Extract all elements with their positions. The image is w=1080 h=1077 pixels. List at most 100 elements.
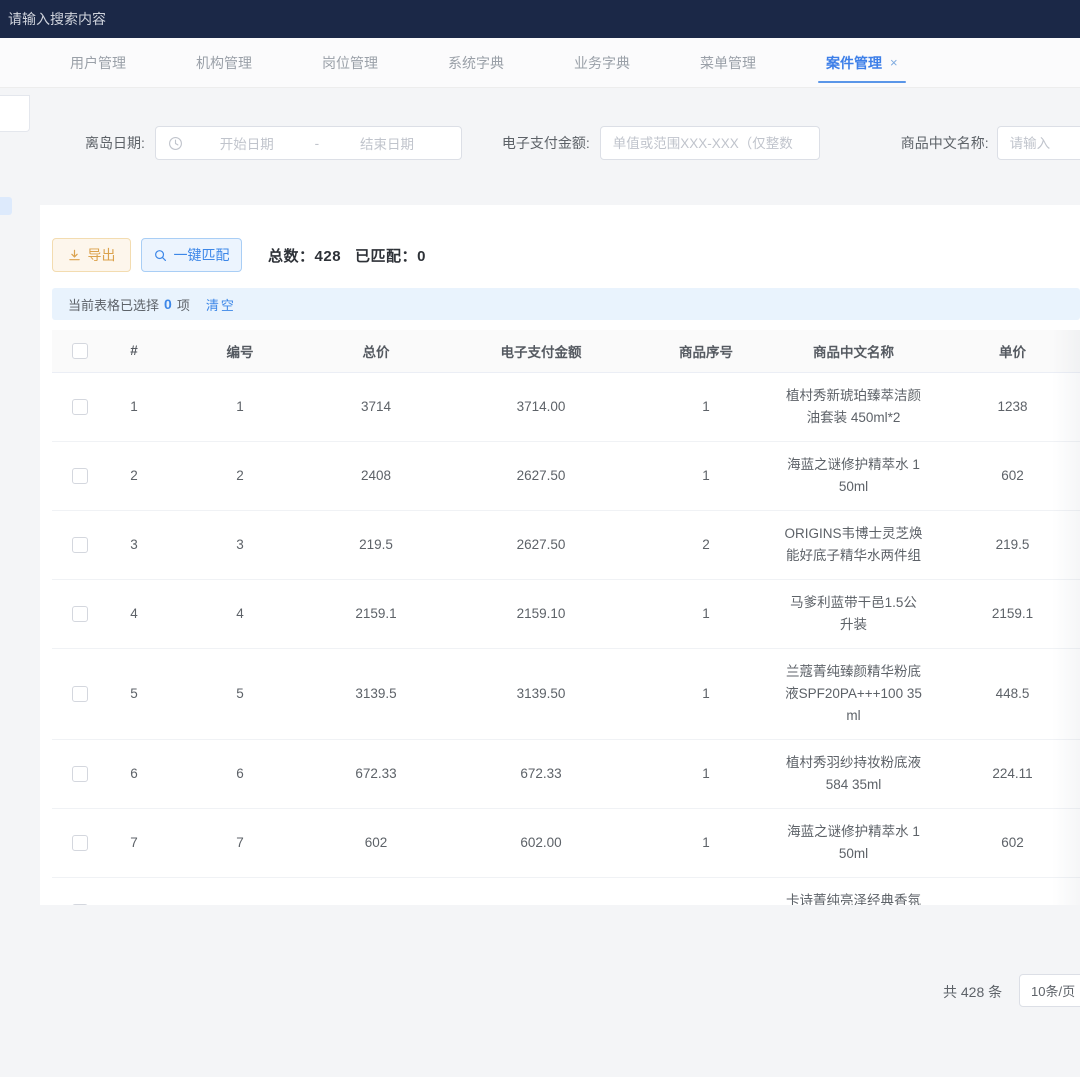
cell-code: 1 (160, 372, 320, 441)
tab-item-5[interactable]: 菜单管理 (686, 38, 770, 87)
cell-name: 海蓝之谜修护精萃水 1 50ml (762, 441, 945, 510)
start-date-placeholder[interactable]: 开始日期 (185, 133, 309, 153)
table-row: 33219.52627.502ORIGINS韦博士灵芝焕 能好底子精华水两件组2… (52, 510, 1080, 579)
cell-name: ORIGINS韦博士灵芝焕 能好底子精华水两件组 (762, 510, 945, 579)
cell-epay: 672.33 (432, 739, 650, 808)
cell-index: 6 (108, 739, 160, 808)
row-checkbox[interactable] (72, 904, 88, 906)
results-table: #编号总价电子支付金额商品序号商品中文名称单价 1137143714.001植村… (52, 330, 1080, 905)
cell-code: 6 (160, 739, 320, 808)
column-header: 商品中文名称 (762, 330, 945, 372)
table-row: 881232.471232.471卡诗菁纯亮泽经典香氛 护发精油 100ml41… (52, 877, 1080, 905)
tab-item-3[interactable]: 系统字典 (434, 38, 518, 87)
cell-seq: 1 (650, 372, 762, 441)
select-all-checkbox[interactable] (72, 343, 88, 359)
cell-name: 兰蔻菁纯臻颜精华粉底 液SPF20PA+++100 35 ml (762, 648, 945, 739)
global-search-input[interactable]: 请输入搜索内容 (0, 0, 1080, 29)
page-size-select[interactable]: 10条/页 (1019, 974, 1080, 1007)
row-checkbox[interactable] (72, 606, 88, 622)
cell-unit: 602 (945, 441, 1080, 510)
row-checkbox[interactable] (72, 399, 88, 415)
tab-item-0[interactable]: 用户管理 (56, 38, 140, 87)
tab-label: 用户管理 (70, 53, 126, 73)
cell-code: 5 (160, 648, 320, 739)
matched-label: 已匹配： (355, 248, 417, 265)
stats-text: 总数：428已匹配：0 (268, 245, 426, 266)
tab-item-2[interactable]: 岗位管理 (308, 38, 392, 87)
tab-item-1[interactable]: 机构管理 (182, 38, 266, 87)
cell-seq: 1 (650, 579, 762, 648)
search-icon (154, 249, 167, 262)
cell-index: 1 (108, 372, 160, 441)
end-date-placeholder[interactable]: 结束日期 (325, 133, 449, 153)
cell-unit: 1238 (945, 372, 1080, 441)
page-size-value: 10条/页 (1031, 981, 1075, 1000)
tab-bar: 用户管理 机构管理 岗位管理 系统字典 业务字典 菜单管理 案件管理 × (0, 38, 1080, 88)
payment-amount-input[interactable] (600, 126, 820, 160)
column-header: 总价 (320, 330, 432, 372)
column-header: 商品序号 (650, 330, 762, 372)
table-row: 442159.12159.101马爹利蓝带干邑1.5公 升装2159.1 (52, 579, 1080, 648)
cell-index: 2 (108, 441, 160, 510)
match-button-label: 一键匹配 (174, 245, 230, 265)
clock-icon (168, 136, 183, 151)
cell-total: 2159.1 (320, 579, 432, 648)
download-icon (68, 249, 81, 262)
tab-label: 系统字典 (448, 53, 504, 73)
column-header: # (108, 330, 160, 372)
selection-suffix: 项 (177, 295, 190, 314)
export-button-label: 导出 (88, 245, 116, 265)
cell-name: 植村秀羽纱持妆粉底液 584 35ml (762, 739, 945, 808)
cell-epay: 3714.00 (432, 372, 650, 441)
column-header: 电子支付金额 (432, 330, 650, 372)
matched-value: 0 (417, 248, 426, 265)
date-range-picker[interactable]: 开始日期 - 结束日期 (155, 126, 462, 160)
toolbar: 导出 一键匹配 总数：428已匹配：0 (52, 238, 1080, 272)
product-name-input[interactable] (997, 126, 1080, 160)
selection-count: 0 (159, 296, 177, 312)
cell-epay: 602.00 (432, 808, 650, 877)
selection-prefix: 当前表格已选择 (68, 295, 159, 314)
cell-unit: 410.82 (945, 877, 1080, 905)
column-header: 单价 (945, 330, 1080, 372)
export-button[interactable]: 导出 (52, 238, 131, 272)
top-navbar: 请输入搜索内容 (0, 0, 1080, 38)
row-checkbox[interactable] (72, 686, 88, 702)
cell-seq: 1 (650, 877, 762, 905)
left-edge-fragment (0, 197, 12, 215)
row-checkbox[interactable] (72, 468, 88, 484)
tab-close-icon[interactable]: × (890, 55, 898, 70)
tab-label: 案件管理 (826, 53, 882, 73)
tab-label: 菜单管理 (700, 53, 756, 73)
cell-epay: 1232.47 (432, 877, 650, 905)
cell-seq: 2 (650, 510, 762, 579)
row-checkbox[interactable] (72, 835, 88, 851)
cell-name: 卡诗菁纯亮泽经典香氛 护发精油 100ml (762, 877, 945, 905)
clear-selection-link[interactable]: 清空 (206, 295, 236, 314)
tab-label: 岗位管理 (322, 53, 378, 73)
cell-name: 海蓝之谜修护精萃水 1 50ml (762, 808, 945, 877)
cell-total: 602 (320, 808, 432, 877)
row-checkbox[interactable] (72, 537, 88, 553)
payment-filter-label: 电子支付金额: (502, 133, 590, 153)
table-row: 1137143714.001植村秀新琥珀臻萃洁颜 油套装 450ml*21238 (52, 372, 1080, 441)
main-panel: 导出 一键匹配 总数：428已匹配：0 当前表格已选择 0 项 清空 (40, 205, 1080, 905)
date-range-separator: - (309, 136, 326, 151)
cell-unit: 602 (945, 808, 1080, 877)
cell-epay: 3139.50 (432, 648, 650, 739)
cell-index: 7 (108, 808, 160, 877)
cell-unit: 219.5 (945, 510, 1080, 579)
tab-item-6[interactable]: 案件管理 × (812, 38, 912, 87)
one-click-match-button[interactable]: 一键匹配 (141, 238, 242, 272)
table-header: #编号总价电子支付金额商品序号商品中文名称单价 (52, 330, 1080, 372)
tab-item-4[interactable]: 业务字典 (560, 38, 644, 87)
tab-label: 业务字典 (574, 53, 630, 73)
cell-unit: 448.5 (945, 648, 1080, 739)
cell-total: 672.33 (320, 739, 432, 808)
table-row: 2224082627.501海蓝之谜修护精萃水 1 50ml602 (52, 441, 1080, 510)
cell-code: 7 (160, 808, 320, 877)
selection-info-bar: 当前表格已选择 0 项 清空 (52, 288, 1080, 320)
table-row: 77602602.001海蓝之谜修护精萃水 1 50ml602 (52, 808, 1080, 877)
row-checkbox[interactable] (72, 766, 88, 782)
pagination-total: 共 428 条 (943, 982, 1002, 1002)
